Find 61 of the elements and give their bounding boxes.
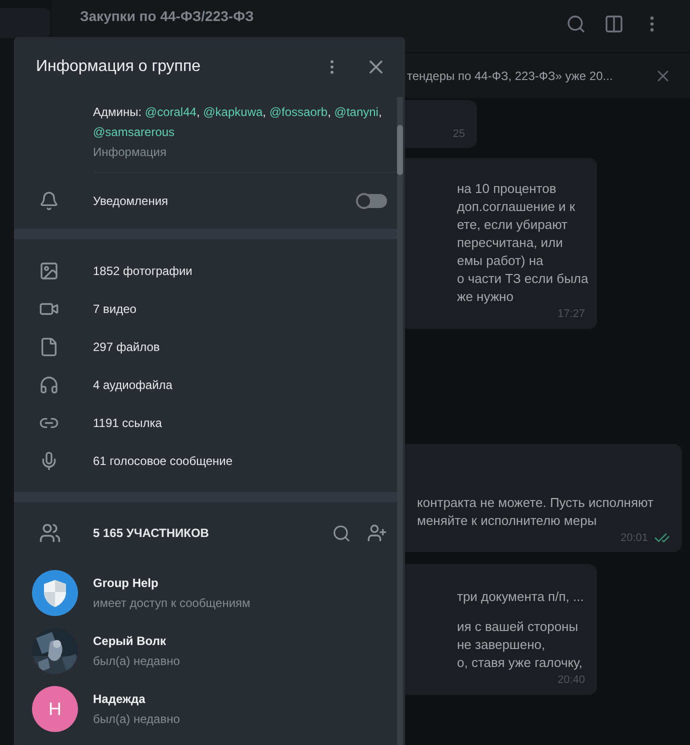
message-time: 17:27 <box>557 307 585 322</box>
message-text: не завершено, <box>457 636 546 654</box>
message-text: же нужно <box>457 288 514 306</box>
message-text: пересчитана, или <box>457 234 564 252</box>
admin-link[interactable]: @kapkuwa <box>203 105 263 119</box>
message-text: доп.соглашение и к <box>457 198 576 216</box>
media-row[interactable]: 7 видео <box>14 290 397 328</box>
separator-text: , <box>262 105 266 119</box>
image-icon <box>39 261 59 281</box>
admin-link[interactable]: @fossaorb <box>269 105 328 119</box>
media-row[interactable]: 4 аудиофайла <box>14 366 397 404</box>
notifications-toggle[interactable] <box>357 194 387 208</box>
member-row[interactable]: Серый Волк был(а) недавно <box>14 622 397 680</box>
message-text: меняйте к исполнителю меры <box>417 512 598 530</box>
separator-text: , <box>378 105 382 119</box>
info-label: Информация <box>93 144 168 161</box>
media-row[interactable]: 1852 фотографии <box>14 252 397 290</box>
message-text: три документа п/п, ... <box>457 588 585 606</box>
sidebar-toggle-icon[interactable] <box>604 14 624 34</box>
message-time: 20:01 <box>620 530 648 546</box>
search-icon[interactable] <box>566 14 586 34</box>
member-status: был(а) недавно <box>93 711 180 728</box>
scrollbar[interactable] <box>397 97 403 745</box>
media-row[interactable]: 61 голосовое сообщение <box>14 442 397 480</box>
member-row[interactable]: Н Надежда был(а) недавно <box>14 680 397 738</box>
message-text: контракта не можете. Пусть исполняют <box>417 494 654 512</box>
admin-link[interactable]: @samsarerous <box>93 125 175 139</box>
member-name: Надежда <box>93 691 146 708</box>
member-row[interactable]: Group Help имеет доступ к сообщениям <box>14 564 397 622</box>
message-text: емы работ) на <box>457 252 544 270</box>
member-name: Group Help <box>93 575 160 592</box>
headphones-icon <box>39 375 59 395</box>
message-text: ете, если убирают <box>457 216 568 234</box>
bell-icon <box>39 191 59 211</box>
file-icon <box>39 337 59 357</box>
media-row[interactable]: 297 файлов <box>14 328 397 366</box>
add-member-icon[interactable] <box>367 523 387 543</box>
search-icon[interactable] <box>332 524 351 542</box>
dialog-title: Информация о группе <box>36 57 201 77</box>
admin-link[interactable]: @coral44 <box>144 105 196 119</box>
admin-link[interactable]: @tanyni <box>334 105 378 119</box>
shield-avatar-icon <box>32 570 78 616</box>
separator-text: , <box>328 105 331 119</box>
members-icon <box>39 522 61 544</box>
member-name: Серый Волк <box>93 633 167 650</box>
members-title: 5 165 УЧАСТНИКОВ <box>93 525 209 542</box>
member-status: имеет доступ к сообщениям <box>93 595 250 612</box>
message-text: о, ставя уже галочку, <box>457 654 584 672</box>
search-field[interactable] <box>0 8 50 38</box>
message-text: на 10 процентов <box>457 180 558 198</box>
message-text: ия с вашей стороны <box>457 618 580 636</box>
media-row[interactable]: 1191 ссылка <box>14 404 397 442</box>
notifications-label: Уведомления <box>93 193 168 210</box>
message-time: 25 <box>452 126 465 142</box>
separator-text: , <box>196 105 200 119</box>
member-status: был(а) недавно <box>93 653 180 670</box>
admins-text: Админы: @coral44, @kapkuwa, @fossaorb, @tanyni, @samsarerous <box>93 104 383 141</box>
pinned-message-text[interactable]: тендеры по 44-ФЗ, 223-ФЗ» уже 20... <box>407 66 613 84</box>
chat-title: Закупки по 44-ФЗ/223-ФЗ <box>80 7 254 26</box>
message-time: 20:40 <box>557 673 585 688</box>
avatar: Н <box>32 686 78 732</box>
